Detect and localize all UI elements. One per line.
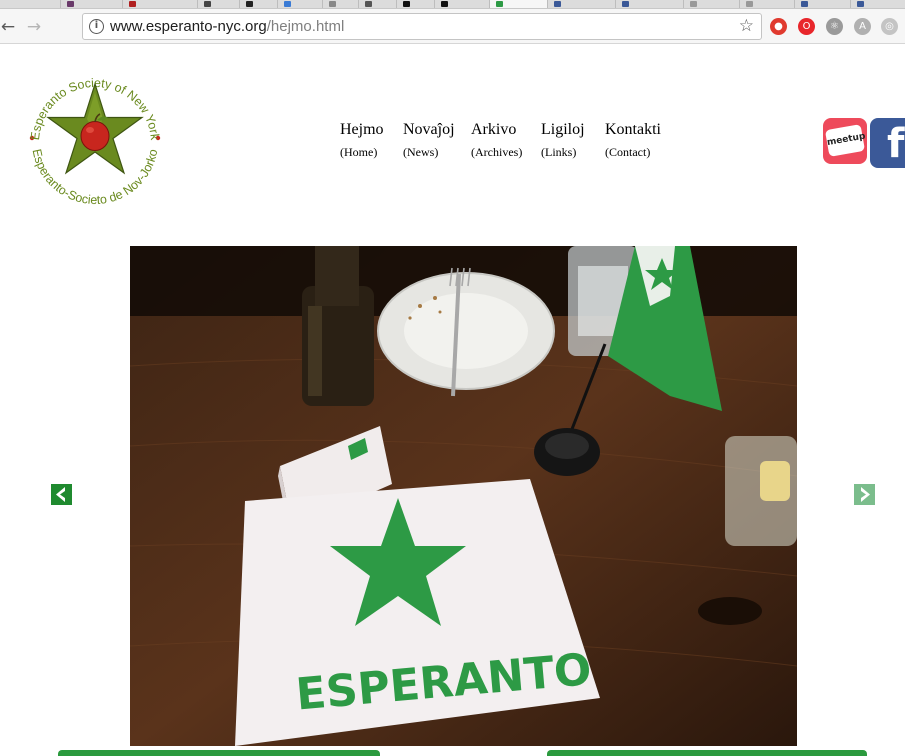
browser-tab-active[interactable] <box>489 0 547 8</box>
browser-tab[interactable] <box>60 0 122 8</box>
chevron-left-icon <box>56 487 65 502</box>
browser-tab[interactable] <box>683 0 739 8</box>
browser-tab[interactable] <box>850 0 905 8</box>
nav-sub-label[interactable]: (Home) <box>340 145 384 159</box>
browser-tab[interactable] <box>358 0 396 8</box>
react-devtools-icon[interactable]: ⚛ <box>826 18 843 35</box>
next-slide-button[interactable] <box>854 484 875 505</box>
forward-arrow-icon: → <box>26 17 42 37</box>
nav-item-ligiloj[interactable]: Ligiloj (Links) <box>541 120 585 159</box>
facebook-link[interactable]: f <box>870 118 905 168</box>
meetup-link[interactable]: meetup <box>823 118 867 164</box>
info-icon[interactable]: i <box>89 19 104 34</box>
nav-sub-label[interactable]: (Links) <box>541 145 585 159</box>
adblock-icon[interactable]: ● <box>770 18 787 35</box>
nav-label[interactable]: Hejmo <box>340 120 384 140</box>
nav-sub-label[interactable]: (Contact) <box>605 145 661 159</box>
chevron-right-icon <box>861 487 870 502</box>
browser-tab[interactable] <box>547 0 615 8</box>
opera-icon[interactable]: O <box>798 18 815 35</box>
nav-label[interactable]: Kontakti <box>605 120 661 140</box>
nav-label[interactable]: Arkivo <box>471 120 522 140</box>
facebook-icon: f <box>887 121 905 167</box>
browser-toolbar: ← → i www.esperanto-nyc.org/hejmo.html ☆… <box>0 9 905 44</box>
nav-item-arkivo[interactable]: Arkivo (Archives) <box>471 120 522 159</box>
browser-tab[interactable] <box>322 0 358 8</box>
browser-tab[interactable] <box>615 0 683 8</box>
bottom-button-left[interactable] <box>58 750 380 756</box>
nav-item-kontakti[interactable]: Kontakti (Contact) <box>605 120 661 159</box>
nav-label[interactable]: Ligiloj <box>541 120 585 140</box>
bookmark-star-icon[interactable]: ☆ <box>739 16 754 36</box>
back-button[interactable]: ← <box>0 17 18 37</box>
nav-sub-label[interactable]: (Archives) <box>471 145 522 159</box>
address-bar[interactable]: i www.esperanto-nyc.org/hejmo.html ☆ <box>82 13 762 40</box>
nav-sub-label[interactable]: (News) <box>403 145 455 159</box>
prev-slide-button[interactable] <box>51 484 72 505</box>
browser-tab[interactable] <box>122 0 197 8</box>
url-host: www.esperanto-nyc.org <box>110 18 267 35</box>
extension-generic-icon[interactable]: ◎ <box>881 18 898 35</box>
browser-tab[interactable] <box>239 0 277 8</box>
nav-label[interactable]: Novaĵoj <box>403 120 455 140</box>
browser-tab[interactable] <box>434 0 489 8</box>
browser-tab[interactable] <box>197 0 239 8</box>
angular-devtools-icon[interactable]: A <box>854 18 871 35</box>
bottom-button-right[interactable] <box>547 750 867 756</box>
tab-strip <box>0 0 905 9</box>
browser-tab[interactable] <box>794 0 850 8</box>
slideshow-image: ESPERANTO <box>130 246 797 746</box>
nav-item-novajoj[interactable]: Novaĵoj (News) <box>403 120 455 159</box>
browser-tab[interactable] <box>739 0 794 8</box>
browser-tab[interactable] <box>396 0 434 8</box>
nav-item-hejmo[interactable]: Hejmo (Home) <box>340 120 384 159</box>
url-text[interactable]: www.esperanto-nyc.org/hejmo.html <box>110 18 344 35</box>
url-path: /hejmo.html <box>266 18 345 35</box>
site-logo[interactable]: Esperanto Society of New York Esperanto-… <box>22 64 168 210</box>
meetup-icon: meetup <box>824 124 866 157</box>
back-arrow-icon: ← <box>0 17 16 37</box>
browser-tab[interactable] <box>277 0 322 8</box>
glass-right <box>725 436 797 546</box>
forward-button[interactable]: → <box>24 17 44 37</box>
